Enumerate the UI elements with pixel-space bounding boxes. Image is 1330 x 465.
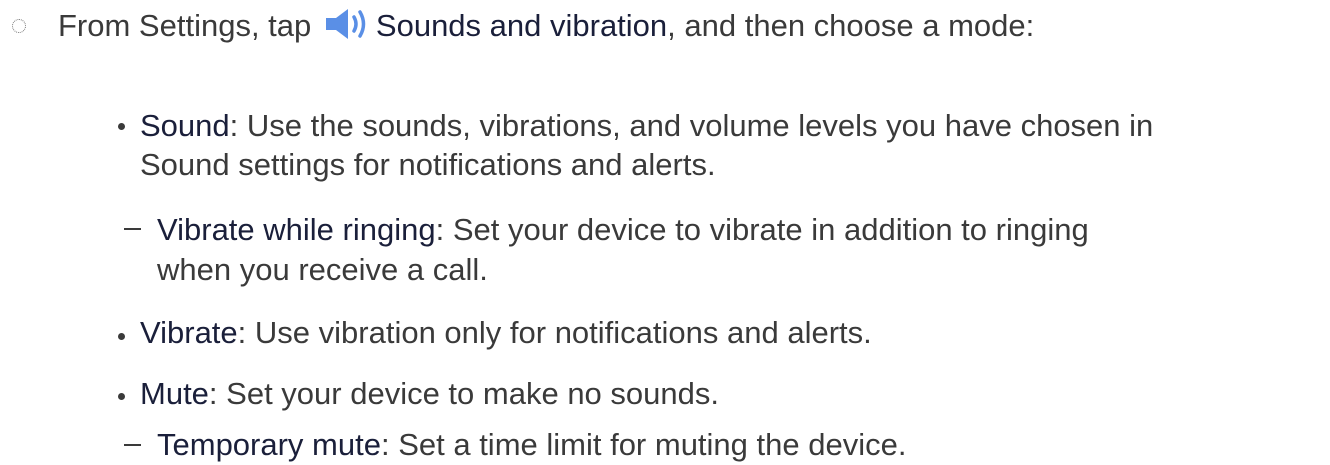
step-bullet-icon <box>12 19 26 33</box>
vibrate-while-ringing-term: Vibrate while ringing <box>157 212 436 247</box>
temporary-mute-item: Temporary mute: Set a time limit for mut… <box>157 425 906 465</box>
mode-vibrate-desc: : Use vibration only for notifications a… <box>237 315 872 350</box>
sub-dash <box>124 444 141 446</box>
list-bullet <box>118 333 125 340</box>
step-prefix: From Settings, tap <box>58 8 312 43</box>
vibrate-while-ringing-desc: : Set your device to vibrate in addition… <box>435 212 1089 247</box>
vibrate-while-ringing-desc-cont: when you receive a call. <box>157 252 488 287</box>
step-suffix: , and then choose a mode: <box>667 8 1035 43</box>
mode-mute-desc: : Set your device to make no sounds. <box>208 376 719 411</box>
list-bullet <box>118 123 125 130</box>
temporary-mute-term: Temporary mute <box>157 427 381 462</box>
mode-sound-term: Sound <box>140 108 230 143</box>
sounds-and-vibration-term: Sounds and vibration <box>375 8 668 43</box>
sound-speaker-icon <box>325 9 366 39</box>
mode-vibrate-item: Vibrate: Use vibration only for notifica… <box>140 313 872 353</box>
list-bullet <box>118 393 125 400</box>
mode-sound-item: Sound: Use the sounds, vibrations, and v… <box>140 106 1153 146</box>
mode-mute-term: Mute <box>140 376 209 411</box>
mode-sound-desc: : Use the sounds, vibrations, and volume… <box>229 108 1154 143</box>
temporary-mute-desc: : Set a time limit for muting the device… <box>380 427 907 462</box>
vibrate-while-ringing-item: Vibrate while ringing: Set your device t… <box>157 210 1089 250</box>
mode-mute-item: Mute: Set your device to make no sounds. <box>140 374 719 414</box>
sub-dash <box>124 228 141 230</box>
step-instruction: From Settings, tap Sounds and vibration,… <box>58 6 1034 46</box>
mode-vibrate-term: Vibrate <box>140 315 238 350</box>
mode-sound-desc-cont: Sound settings for notifications and ale… <box>140 147 716 182</box>
